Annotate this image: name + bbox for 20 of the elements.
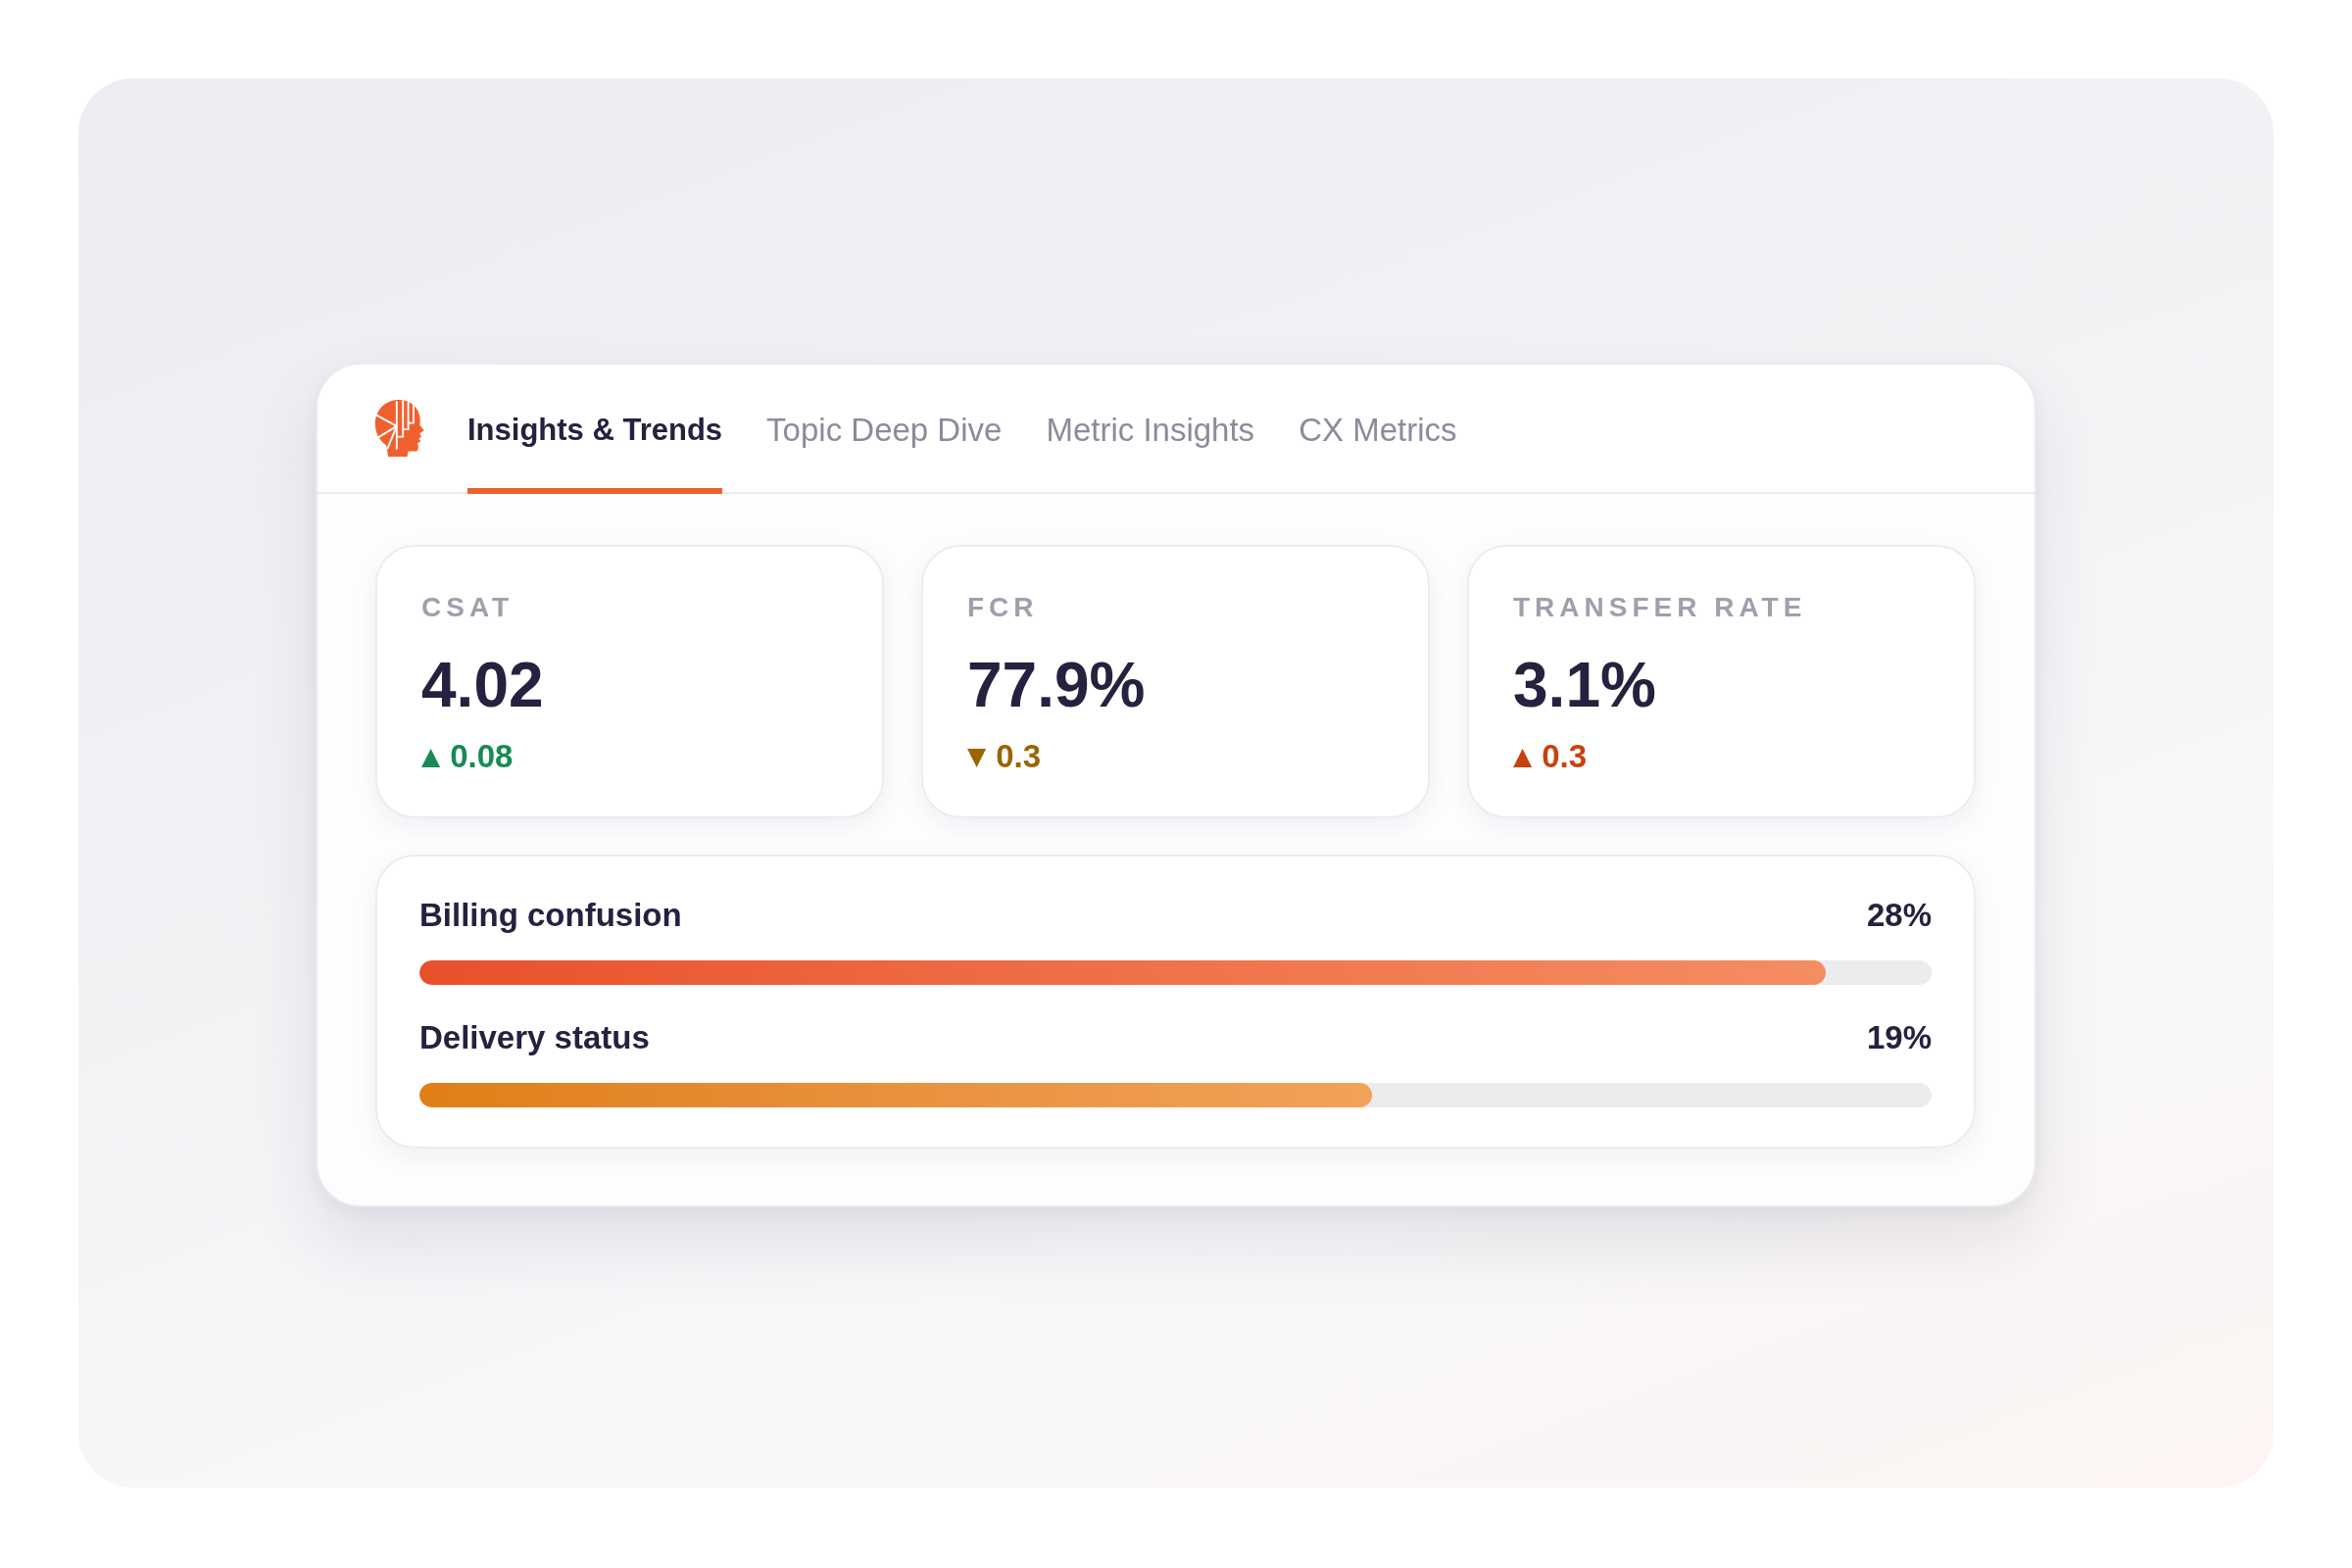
tab[interactable]: Topic Deep Dive — [766, 365, 1003, 494]
topic-name: Billing confusion — [419, 896, 682, 935]
metric-label: TRANSFER RATE — [1513, 591, 1807, 624]
topic-share: 28% — [1866, 896, 1932, 935]
metric-label: FCR — [967, 591, 1039, 624]
delta-value: 0.3 — [996, 737, 1042, 776]
topic-name: Delivery status — [419, 1018, 650, 1057]
delta-value: 0.08 — [450, 737, 514, 776]
tab[interactable]: CX Metrics — [1298, 365, 1457, 494]
trend-triangle-icon: ▲ — [1513, 743, 1533, 770]
metric-value: 3.1% — [1513, 649, 1656, 722]
trend-triangle-icon: ▼ — [967, 743, 987, 770]
topic-share: 19% — [1866, 1018, 1932, 1057]
trend-triangle-icon: ▲ — [421, 743, 441, 770]
head-logo-icon — [373, 399, 426, 458]
tab[interactable]: Metric Insights — [1046, 365, 1255, 494]
metric-value: 77.9% — [967, 649, 1146, 722]
metric-value: 4.02 — [421, 649, 544, 722]
delta-value: 0.3 — [1542, 737, 1588, 776]
metric-label: CSAT — [421, 591, 514, 624]
